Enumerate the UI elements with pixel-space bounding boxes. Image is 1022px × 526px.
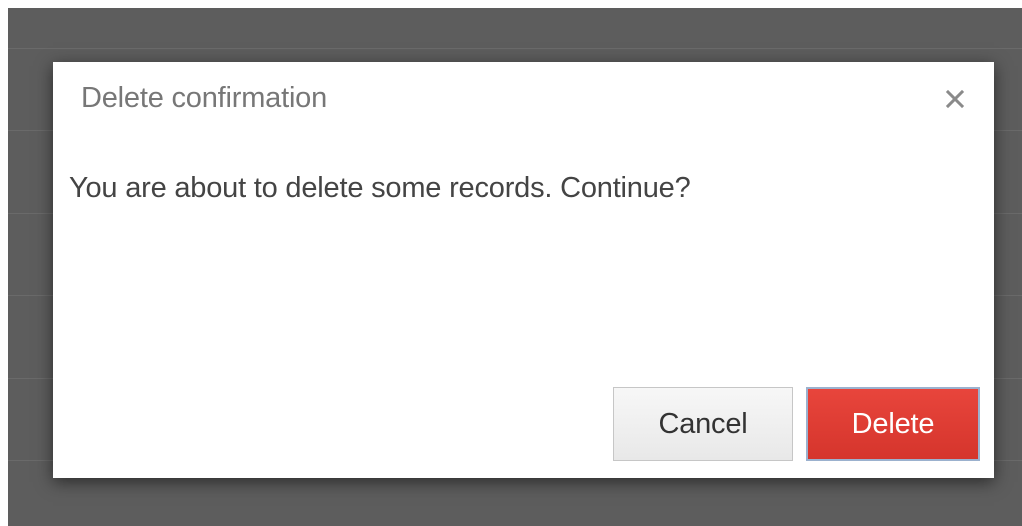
close-button[interactable] bbox=[938, 82, 972, 116]
dialog-message: You are about to delete some records. Co… bbox=[69, 172, 691, 204]
dialog-title: Delete confirmation bbox=[81, 82, 328, 114]
delete-button[interactable]: Delete bbox=[806, 387, 980, 461]
close-icon bbox=[945, 89, 965, 109]
cancel-button[interactable]: Cancel bbox=[613, 387, 793, 461]
delete-confirmation-dialog: Delete confirmation You are about to del… bbox=[53, 62, 994, 478]
table-row-divider bbox=[8, 48, 1022, 49]
